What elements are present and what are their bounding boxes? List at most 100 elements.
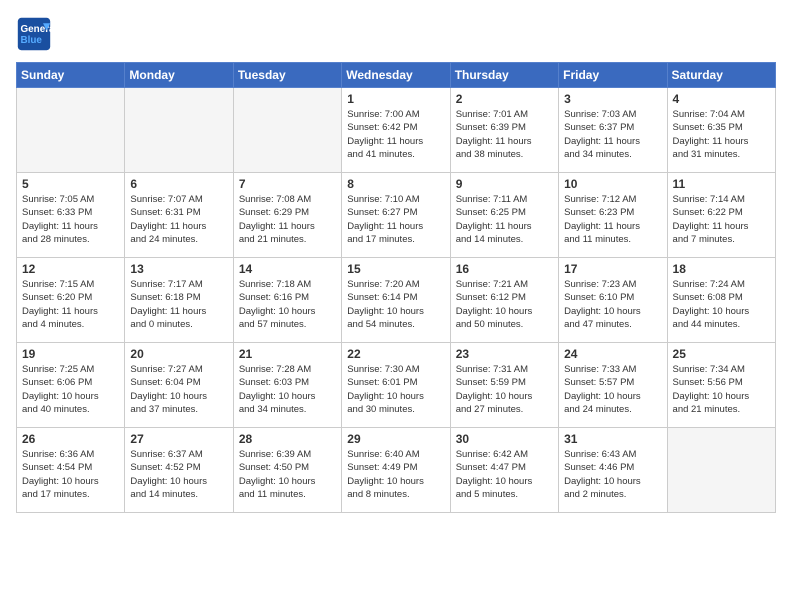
calendar-cell: 22 Sunrise: 7:30 AM Sunset: 6:01 PM Dayli… — [342, 343, 450, 428]
day-info: Sunrise: 7:04 AM Sunset: 6:35 PM Dayligh… — [673, 108, 770, 161]
calendar-cell: 26 Sunrise: 6:36 AM Sunset: 4:54 PM Dayli… — [17, 428, 125, 513]
day-info: Sunrise: 7:28 AM Sunset: 6:03 PM Dayligh… — [239, 363, 336, 416]
day-info: Sunrise: 7:11 AM Sunset: 6:25 PM Dayligh… — [456, 193, 553, 246]
calendar-cell: 9 Sunrise: 7:11 AM Sunset: 6:25 PM Daylig… — [450, 173, 558, 258]
day-info: Sunrise: 7:34 AM Sunset: 5:56 PM Dayligh… — [673, 363, 770, 416]
calendar-cell: 20 Sunrise: 7:27 AM Sunset: 6:04 PM Dayli… — [125, 343, 233, 428]
day-info: Sunrise: 7:10 AM Sunset: 6:27 PM Dayligh… — [347, 193, 444, 246]
day-number: 16 — [456, 262, 553, 276]
calendar-cell: 3 Sunrise: 7:03 AM Sunset: 6:37 PM Daylig… — [559, 88, 667, 173]
day-number: 28 — [239, 432, 336, 446]
day-number: 25 — [673, 347, 770, 361]
weekday-header-wednesday: Wednesday — [342, 63, 450, 88]
calendar-cell: 1Sunrise: 7:00 AM Sunset: 6:42 PM Daylig… — [342, 88, 450, 173]
day-number: 24 — [564, 347, 661, 361]
day-info: Sunrise: 7:20 AM Sunset: 6:14 PM Dayligh… — [347, 278, 444, 331]
day-info: Sunrise: 6:37 AM Sunset: 4:52 PM Dayligh… — [130, 448, 227, 501]
calendar-cell — [17, 88, 125, 173]
calendar-week-5: 26 Sunrise: 6:36 AM Sunset: 4:54 PM Dayli… — [17, 428, 776, 513]
day-number: 27 — [130, 432, 227, 446]
calendar-cell: 14Sunrise: 7:18 AM Sunset: 6:16 PM Dayli… — [233, 258, 341, 343]
calendar-cell: 28 Sunrise: 6:39 AM Sunset: 4:50 PM Dayli… — [233, 428, 341, 513]
calendar-cell — [233, 88, 341, 173]
day-info: Sunrise: 6:40 AM Sunset: 4:49 PM Dayligh… — [347, 448, 444, 501]
calendar-cell: 24 Sunrise: 7:33 AM Sunset: 5:57 PM Dayli… — [559, 343, 667, 428]
calendar-cell: 19 Sunrise: 7:25 AM Sunset: 6:06 PM Dayli… — [17, 343, 125, 428]
calendar-table: SundayMondayTuesdayWednesdayThursdayFrid… — [16, 62, 776, 513]
calendar-week-1: 1Sunrise: 7:00 AM Sunset: 6:42 PM Daylig… — [17, 88, 776, 173]
calendar-cell: 11Sunrise: 7:14 AM Sunset: 6:22 PM Dayli… — [667, 173, 775, 258]
calendar-cell: 12Sunrise: 7:15 AM Sunset: 6:20 PM Dayli… — [17, 258, 125, 343]
calendar-cell: 27 Sunrise: 6:37 AM Sunset: 4:52 PM Dayli… — [125, 428, 233, 513]
day-info: Sunrise: 7:27 AM Sunset: 6:04 PM Dayligh… — [130, 363, 227, 416]
day-info: Sunrise: 7:33 AM Sunset: 5:57 PM Dayligh… — [564, 363, 661, 416]
day-number: 3 — [564, 92, 661, 106]
day-number: 20 — [130, 347, 227, 361]
page-header: General Blue — [16, 16, 776, 52]
calendar-cell: 7 Sunrise: 7:08 AM Sunset: 6:29 PM Daylig… — [233, 173, 341, 258]
day-info: Sunrise: 7:08 AM Sunset: 6:29 PM Dayligh… — [239, 193, 336, 246]
day-number: 19 — [22, 347, 119, 361]
calendar-cell: 8 Sunrise: 7:10 AM Sunset: 6:27 PM Daylig… — [342, 173, 450, 258]
calendar-cell: 16Sunrise: 7:21 AM Sunset: 6:12 PM Dayli… — [450, 258, 558, 343]
day-info: Sunrise: 7:15 AM Sunset: 6:20 PM Dayligh… — [22, 278, 119, 331]
calendar-week-2: 5 Sunrise: 7:05 AM Sunset: 6:33 PM Daylig… — [17, 173, 776, 258]
day-number: 7 — [239, 177, 336, 191]
day-number: 17 — [564, 262, 661, 276]
calendar-cell: 23 Sunrise: 7:31 AM Sunset: 5:59 PM Dayli… — [450, 343, 558, 428]
calendar-cell: 10 Sunrise: 7:12 AM Sunset: 6:23 PM Dayli… — [559, 173, 667, 258]
day-number: 18 — [673, 262, 770, 276]
weekday-header-sunday: Sunday — [17, 63, 125, 88]
day-number: 21 — [239, 347, 336, 361]
weekday-header-monday: Monday — [125, 63, 233, 88]
day-info: Sunrise: 7:24 AM Sunset: 6:08 PM Dayligh… — [673, 278, 770, 331]
day-number: 1 — [347, 92, 444, 106]
day-number: 10 — [564, 177, 661, 191]
day-number: 13 — [130, 262, 227, 276]
calendar-cell: 25 Sunrise: 7:34 AM Sunset: 5:56 PM Dayli… — [667, 343, 775, 428]
weekday-header-saturday: Saturday — [667, 63, 775, 88]
day-info: Sunrise: 7:25 AM Sunset: 6:06 PM Dayligh… — [22, 363, 119, 416]
day-number: 22 — [347, 347, 444, 361]
day-number: 23 — [456, 347, 553, 361]
weekday-row: SundayMondayTuesdayWednesdayThursdayFrid… — [17, 63, 776, 88]
calendar-cell: 2 Sunrise: 7:01 AM Sunset: 6:39 PM Daylig… — [450, 88, 558, 173]
calendar-cell: 6 Sunrise: 7:07 AM Sunset: 6:31 PM Daylig… — [125, 173, 233, 258]
day-number: 26 — [22, 432, 119, 446]
calendar-cell: 15Sunrise: 7:20 AM Sunset: 6:14 PM Dayli… — [342, 258, 450, 343]
day-info: Sunrise: 6:36 AM Sunset: 4:54 PM Dayligh… — [22, 448, 119, 501]
day-info: Sunrise: 6:42 AM Sunset: 4:47 PM Dayligh… — [456, 448, 553, 501]
calendar-header: SundayMondayTuesdayWednesdayThursdayFrid… — [17, 63, 776, 88]
day-info: Sunrise: 7:05 AM Sunset: 6:33 PM Dayligh… — [22, 193, 119, 246]
logo: General Blue — [16, 16, 54, 52]
day-info: Sunrise: 7:12 AM Sunset: 6:23 PM Dayligh… — [564, 193, 661, 246]
calendar-cell: 31Sunrise: 6:43 AM Sunset: 4:46 PM Dayli… — [559, 428, 667, 513]
day-info: Sunrise: 7:31 AM Sunset: 5:59 PM Dayligh… — [456, 363, 553, 416]
day-number: 2 — [456, 92, 553, 106]
calendar-cell: 4 Sunrise: 7:04 AM Sunset: 6:35 PM Daylig… — [667, 88, 775, 173]
day-info: Sunrise: 7:07 AM Sunset: 6:31 PM Dayligh… — [130, 193, 227, 246]
day-info: Sunrise: 7:14 AM Sunset: 6:22 PM Dayligh… — [673, 193, 770, 246]
calendar-cell: 30 Sunrise: 6:42 AM Sunset: 4:47 PM Dayli… — [450, 428, 558, 513]
day-number: 8 — [347, 177, 444, 191]
day-number: 31 — [564, 432, 661, 446]
day-number: 4 — [673, 92, 770, 106]
day-number: 30 — [456, 432, 553, 446]
day-number: 6 — [130, 177, 227, 191]
day-info: Sunrise: 7:23 AM Sunset: 6:10 PM Dayligh… — [564, 278, 661, 331]
calendar-cell: 18 Sunrise: 7:24 AM Sunset: 6:08 PM Dayli… — [667, 258, 775, 343]
calendar-cell: 29 Sunrise: 6:40 AM Sunset: 4:49 PM Dayli… — [342, 428, 450, 513]
day-number: 29 — [347, 432, 444, 446]
day-info: Sunrise: 7:30 AM Sunset: 6:01 PM Dayligh… — [347, 363, 444, 416]
day-info: Sunrise: 6:39 AM Sunset: 4:50 PM Dayligh… — [239, 448, 336, 501]
day-number: 5 — [22, 177, 119, 191]
weekday-header-tuesday: Tuesday — [233, 63, 341, 88]
calendar-week-3: 12Sunrise: 7:15 AM Sunset: 6:20 PM Dayli… — [17, 258, 776, 343]
day-info: Sunrise: 7:03 AM Sunset: 6:37 PM Dayligh… — [564, 108, 661, 161]
day-info: Sunrise: 7:01 AM Sunset: 6:39 PM Dayligh… — [456, 108, 553, 161]
calendar-cell: 13Sunrise: 7:17 AM Sunset: 6:18 PM Dayli… — [125, 258, 233, 343]
calendar-cell: 5 Sunrise: 7:05 AM Sunset: 6:33 PM Daylig… — [17, 173, 125, 258]
day-number: 9 — [456, 177, 553, 191]
calendar-body: 1Sunrise: 7:00 AM Sunset: 6:42 PM Daylig… — [17, 88, 776, 513]
day-info: Sunrise: 7:18 AM Sunset: 6:16 PM Dayligh… — [239, 278, 336, 331]
